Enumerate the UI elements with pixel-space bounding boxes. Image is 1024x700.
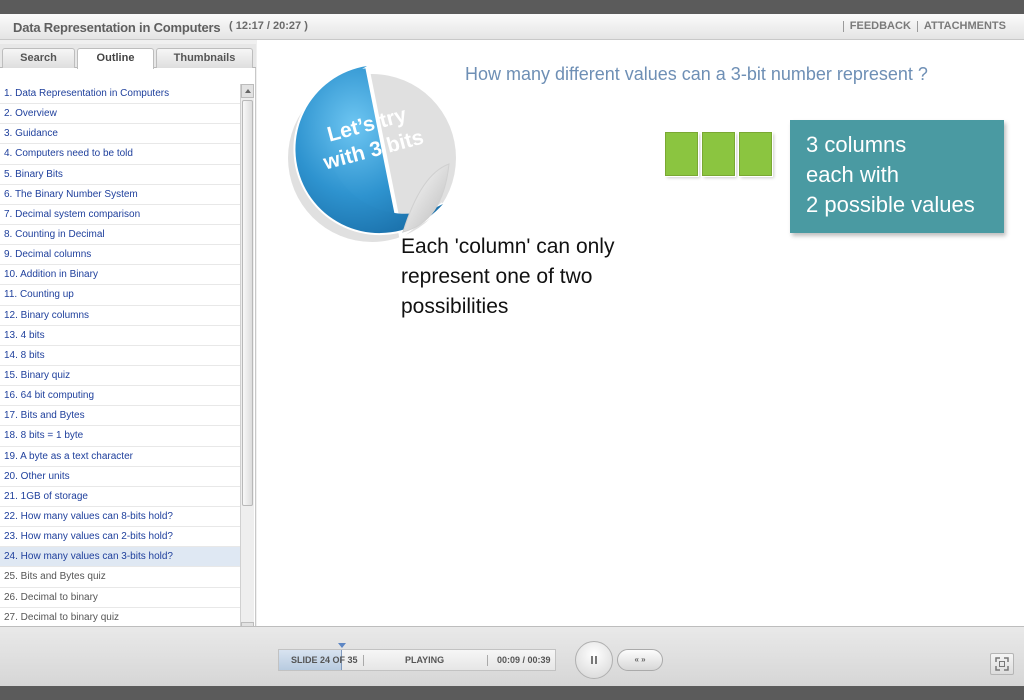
outline-item[interactable]: 17. Bits and Bytes: [0, 406, 240, 427]
link-divider: [842, 21, 844, 32]
slide-question: How many different values can a 3-bit nu…: [465, 64, 928, 84]
outline-item[interactable]: 22. How many values can 8-bits hold?: [0, 507, 240, 528]
tab-search[interactable]: Search: [2, 48, 75, 68]
tab-outline[interactable]: Outline: [77, 48, 154, 69]
tab-thumbnails[interactable]: Thumbnails: [156, 48, 253, 68]
outline-item[interactable]: 16. 64 bit computing: [0, 386, 240, 407]
outline-scrollbar[interactable]: [240, 84, 254, 636]
outline-item[interactable]: 27. Decimal to binary quiz: [0, 608, 240, 628]
bottom-frame: [0, 686, 1024, 700]
sidebar: Search Outline Thumbnails 1. Data Repres…: [0, 44, 256, 636]
outline-item[interactable]: 14. 8 bits: [0, 346, 240, 366]
pause-icon[interactable]: [575, 641, 613, 679]
slide-counter: SLIDE 24 OF 35: [291, 655, 358, 665]
presentation-time: ( 12:17 / 20:27 ): [229, 20, 308, 32]
outline-item[interactable]: 3. Guidance: [0, 124, 240, 145]
outline-item[interactable]: 1. Data Representation in Computers: [0, 84, 240, 105]
outline-item[interactable]: 5. Binary Bits: [0, 165, 240, 185]
outline-item[interactable]: 19. A byte as a text character: [0, 447, 240, 467]
progress-bar[interactable]: SLIDE 24 OF 35 PLAYING 00:09 / 00:39: [278, 643, 556, 671]
link-divider: [916, 21, 918, 32]
callout-line-2: each with: [806, 162, 899, 187]
attachments-link[interactable]: ATTACHMENTS: [924, 20, 1006, 32]
scroll-up-button[interactable]: [241, 84, 254, 98]
bit-column: [702, 132, 735, 176]
outline-item[interactable]: 20. Other units: [0, 467, 240, 487]
scroll-thumb[interactable]: [242, 100, 253, 506]
outline-item[interactable]: 15. Binary quiz: [0, 366, 240, 387]
callout-line-1: 3 columns: [806, 132, 907, 157]
callout-box: 3 columns each with 2 possible values: [790, 120, 1004, 233]
playback-control-bar: SLIDE 24 OF 35 PLAYING 00:09 / 00:39 « »: [0, 626, 1024, 686]
outline-item[interactable]: 9. Decimal columns: [0, 245, 240, 266]
outline-item[interactable]: 12. Binary columns: [0, 306, 240, 326]
top-frame: [0, 0, 1024, 14]
outline-item[interactable]: 7. Decimal system comparison: [0, 205, 240, 225]
control-divider: [363, 655, 364, 666]
title-bar: Data Representation in Computers ( 12:17…: [0, 14, 1024, 40]
body-line-2: represent one of two: [401, 265, 593, 288]
outline-item[interactable]: 11. Counting up: [0, 285, 240, 306]
fullscreen-icon[interactable]: [990, 653, 1014, 675]
callout-line-3: 2 possible values: [806, 192, 975, 217]
playback-status: PLAYING: [405, 655, 445, 665]
control-divider: [487, 655, 488, 666]
player-window: Data Representation in Computers ( 12:17…: [0, 14, 1024, 686]
body-line-1: Each 'column' can only: [401, 235, 615, 258]
feedback-link[interactable]: FEEDBACK: [850, 20, 911, 32]
outline-item[interactable]: 26. Decimal to binary: [0, 588, 240, 608]
outline-item[interactable]: 4. Computers need to be told: [0, 144, 240, 165]
outline-item[interactable]: 2. Overview: [0, 104, 240, 125]
outline-item[interactable]: 23. How many values can 2-bits hold?: [0, 527, 240, 548]
progress-marker-icon[interactable]: [338, 643, 347, 648]
slide-body-text: Each 'column' can only represent one of …: [401, 232, 691, 322]
outline-item[interactable]: 18. 8 bits = 1 byte: [0, 426, 240, 447]
slide-canvas: How many different values can a 3-bit nu…: [257, 40, 1024, 626]
outline-item[interactable]: 6. The Binary Number System: [0, 185, 240, 205]
outline-item[interactable]: 25. Bits and Bytes quiz: [0, 567, 240, 588]
presentation-title: Data Representation in Computers: [13, 20, 221, 35]
sticker-badge: Let’s try with 3 bits: [271, 54, 463, 246]
bit-columns: [665, 132, 772, 176]
sidebar-tabs: Search Outline Thumbnails: [0, 44, 256, 69]
top-links: FEEDBACK ATTACHMENTS: [842, 20, 1006, 32]
body-line-3: possibilities: [401, 295, 509, 318]
outline-list: 1. Data Representation in Computers 2. Ov…: [0, 84, 240, 628]
prev-next-icon[interactable]: « »: [617, 649, 663, 671]
outline-item[interactable]: 10. Addition in Binary: [0, 265, 240, 286]
bit-column: [665, 132, 698, 176]
outline-item[interactable]: 24. How many values can 3-bits hold?: [0, 547, 240, 568]
bit-column: [739, 132, 772, 176]
fullscreen-glyph: [995, 657, 1009, 671]
elapsed-time: 00:09 / 00:39: [497, 655, 551, 665]
outline-item[interactable]: 21. 1GB of storage: [0, 487, 240, 507]
outline-item[interactable]: 8. Counting in Decimal: [0, 225, 240, 246]
outline-item[interactable]: 13. 4 bits: [0, 326, 240, 346]
